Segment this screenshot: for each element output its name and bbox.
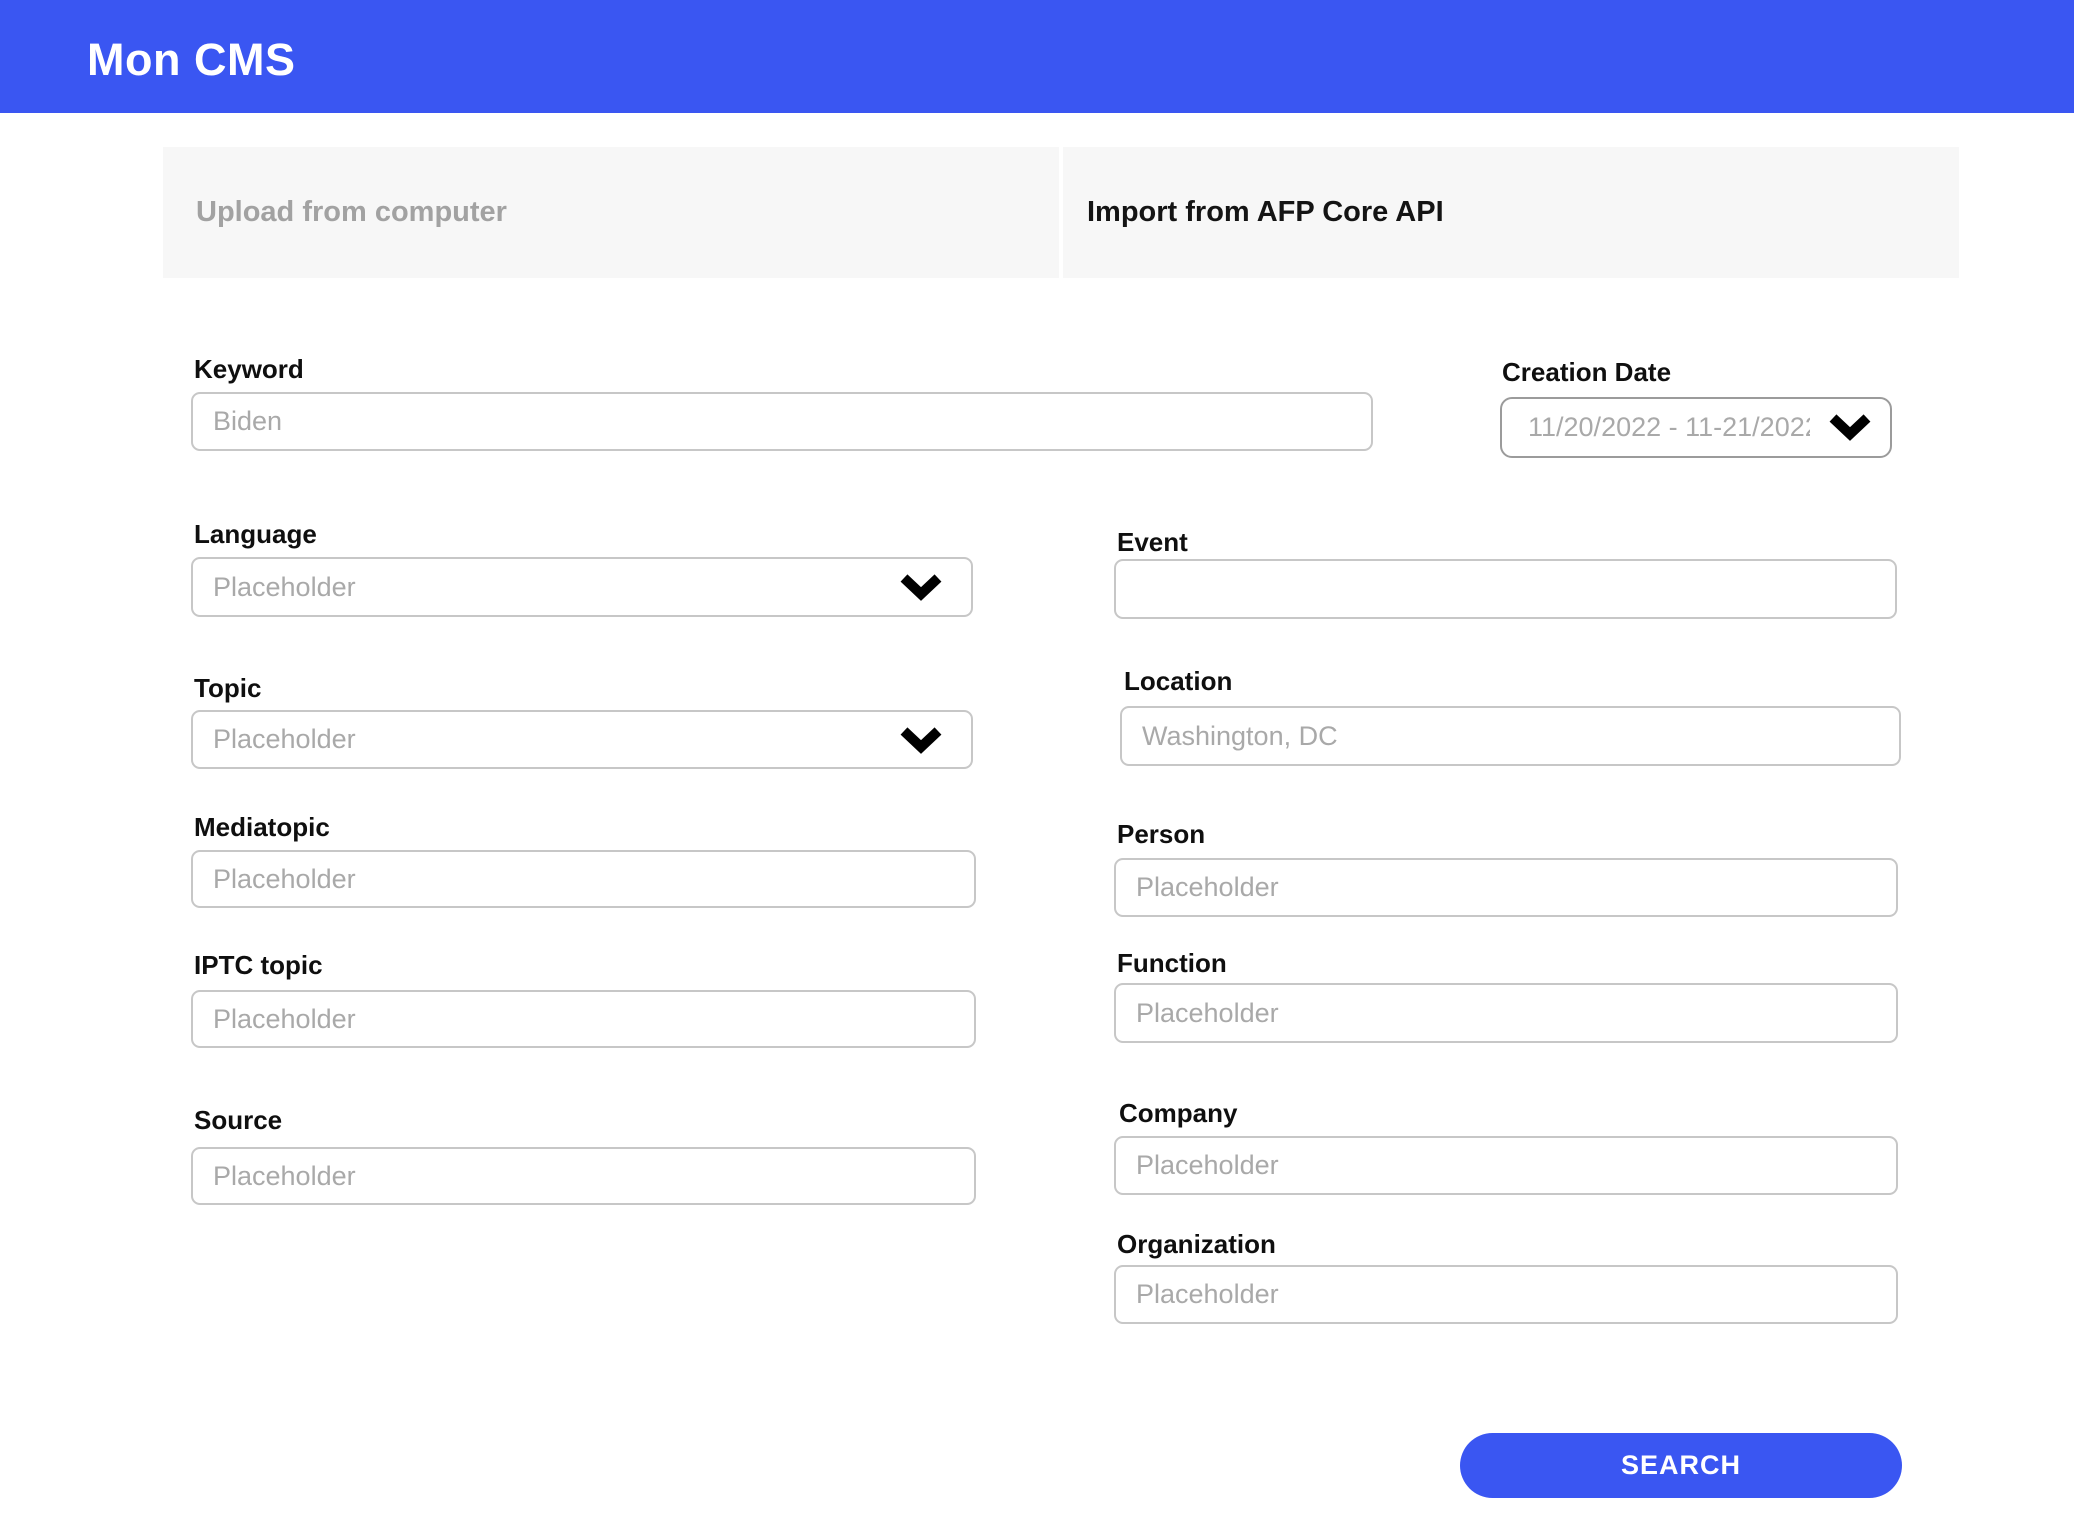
search-button[interactable]: SEARCH	[1460, 1433, 1902, 1498]
tab-import-label: Import from AFP Core API	[1087, 196, 1444, 228]
function-label: Function	[1117, 948, 1227, 978]
event-input[interactable]	[1114, 559, 1897, 619]
location-input[interactable]	[1120, 706, 1901, 766]
person-label: Person	[1117, 819, 1206, 849]
keyword-input[interactable]	[191, 392, 1373, 451]
location-label: Location	[1124, 666, 1233, 696]
function-input[interactable]	[1114, 983, 1898, 1043]
organization-label: Organization	[1117, 1229, 1276, 1259]
company-label: Company	[1119, 1098, 1238, 1128]
import-media-page: Mon CMS Upload from computer Import from…	[0, 0, 2074, 1524]
source-label: Source	[194, 1105, 283, 1135]
topic-label: Topic	[194, 673, 262, 703]
keyword-label: Keyword	[194, 354, 304, 384]
organization-input[interactable]	[1114, 1265, 1898, 1324]
chevron-down-icon[interactable]	[899, 573, 943, 601]
tab-upload-from-computer[interactable]: Upload from computer	[163, 147, 1059, 278]
import-tabs: Upload from computer Import from AFP Cor…	[163, 147, 1959, 278]
chevron-down-icon[interactable]	[1828, 413, 1872, 441]
app-header: Mon CMS	[0, 0, 2074, 113]
iptc-topic-input[interactable]	[191, 990, 976, 1048]
iptc-topic-label: IPTC topic	[194, 950, 323, 980]
language-select[interactable]	[191, 557, 973, 617]
company-input[interactable]	[1114, 1136, 1898, 1195]
creation-date-label: Creation Date	[1502, 357, 1672, 387]
person-input[interactable]	[1114, 858, 1898, 917]
tab-import-from-afp-core-api[interactable]: Import from AFP Core API	[1063, 147, 1959, 278]
tab-upload-label: Upload from computer	[196, 196, 507, 228]
mediatopic-label: Mediatopic	[194, 812, 330, 842]
language-label: Language	[194, 519, 317, 549]
event-label: Event	[1117, 527, 1188, 557]
source-input[interactable]	[191, 1147, 976, 1205]
chevron-down-icon[interactable]	[899, 726, 943, 754]
app-title: Mon CMS	[87, 33, 296, 85]
mediatopic-input[interactable]	[191, 850, 976, 908]
topic-select[interactable]	[191, 710, 973, 769]
